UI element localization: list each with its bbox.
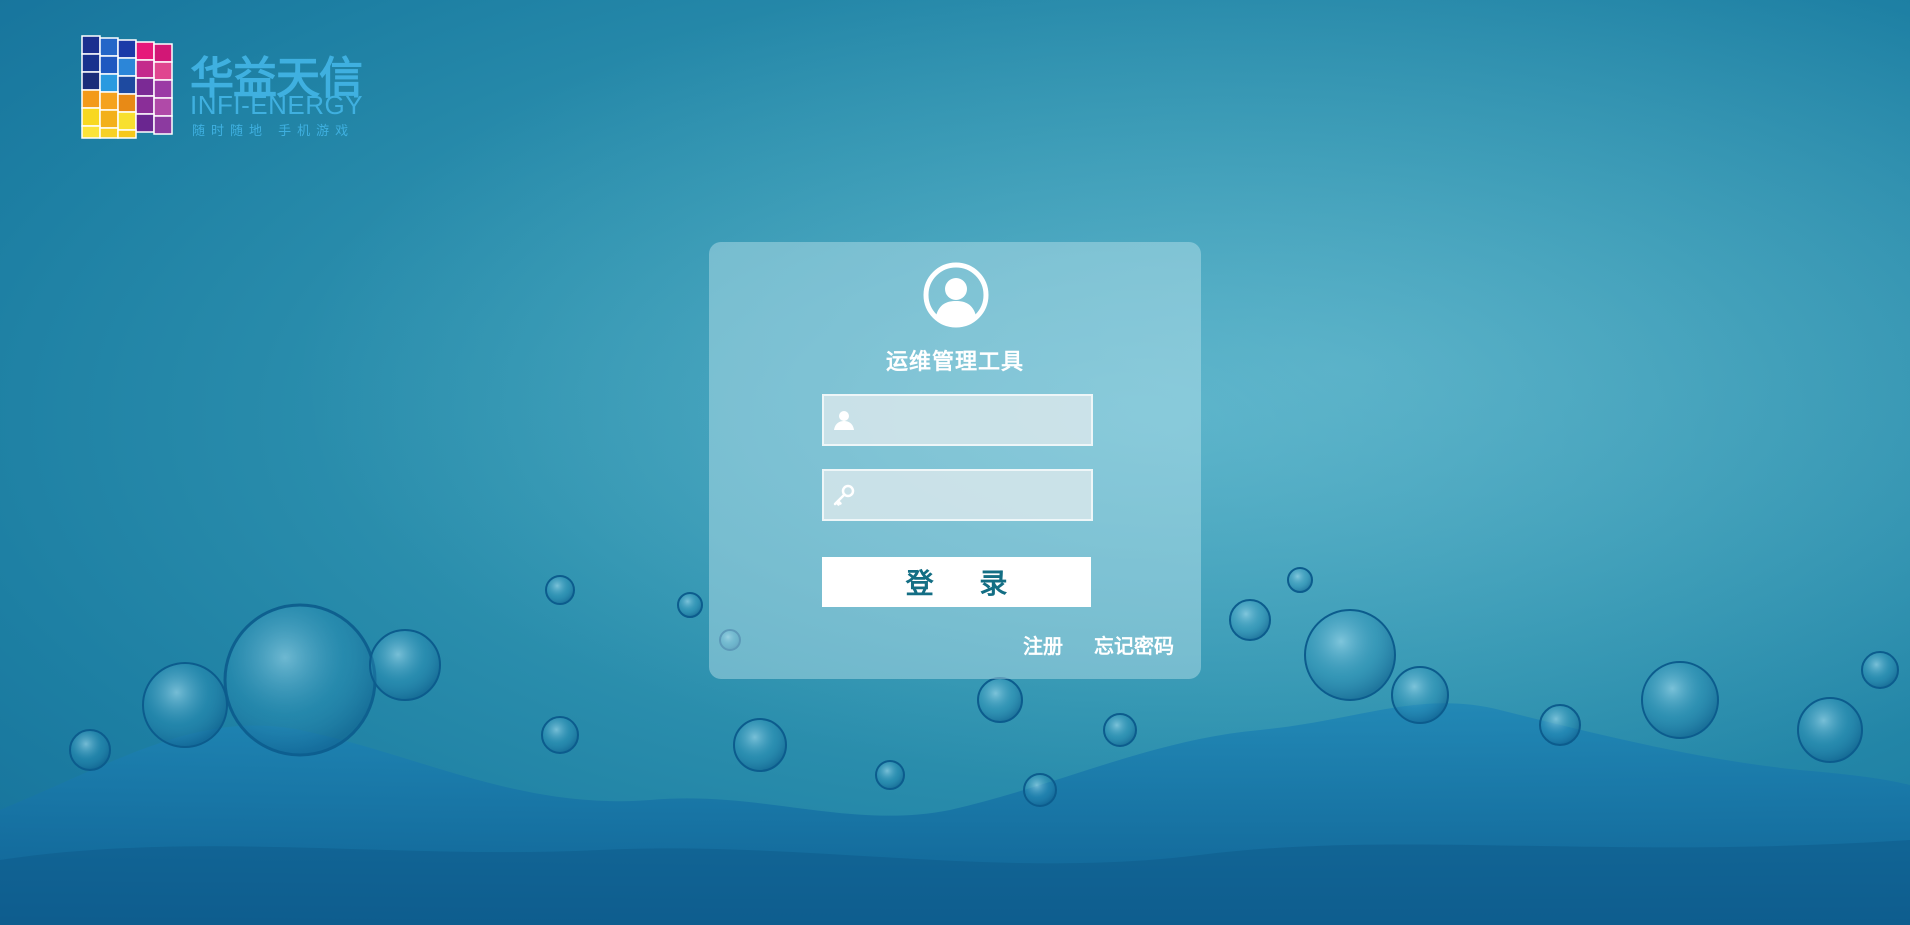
password-field [822,469,1093,521]
username-field [822,394,1093,446]
auth-links: 注册 忘记密码 [1023,630,1174,659]
login-title: 运维管理工具 [885,350,1024,375]
logo-name-en: INFI-ENERGY [190,90,364,120]
username-input[interactable] [864,396,1084,444]
register-link[interactable]: 注册 [1023,634,1063,658]
avatar-icon [923,262,989,328]
forgot-password-link[interactable]: 忘记密码 [1094,634,1174,658]
key-icon [833,484,855,506]
login-button[interactable]: 登 录 [822,557,1091,607]
logo-slogan: 随时随地 手机游戏 [192,124,355,139]
company-logo: 华益天信 INFI-ENERGY 随时随地 手机游戏 [80,34,385,140]
login-card: 运维管理工具 登 录 注册 忘记密码 [709,242,1201,679]
logo-grid-icon [81,35,173,139]
user-icon [834,411,854,430]
password-input[interactable] [864,471,1084,519]
